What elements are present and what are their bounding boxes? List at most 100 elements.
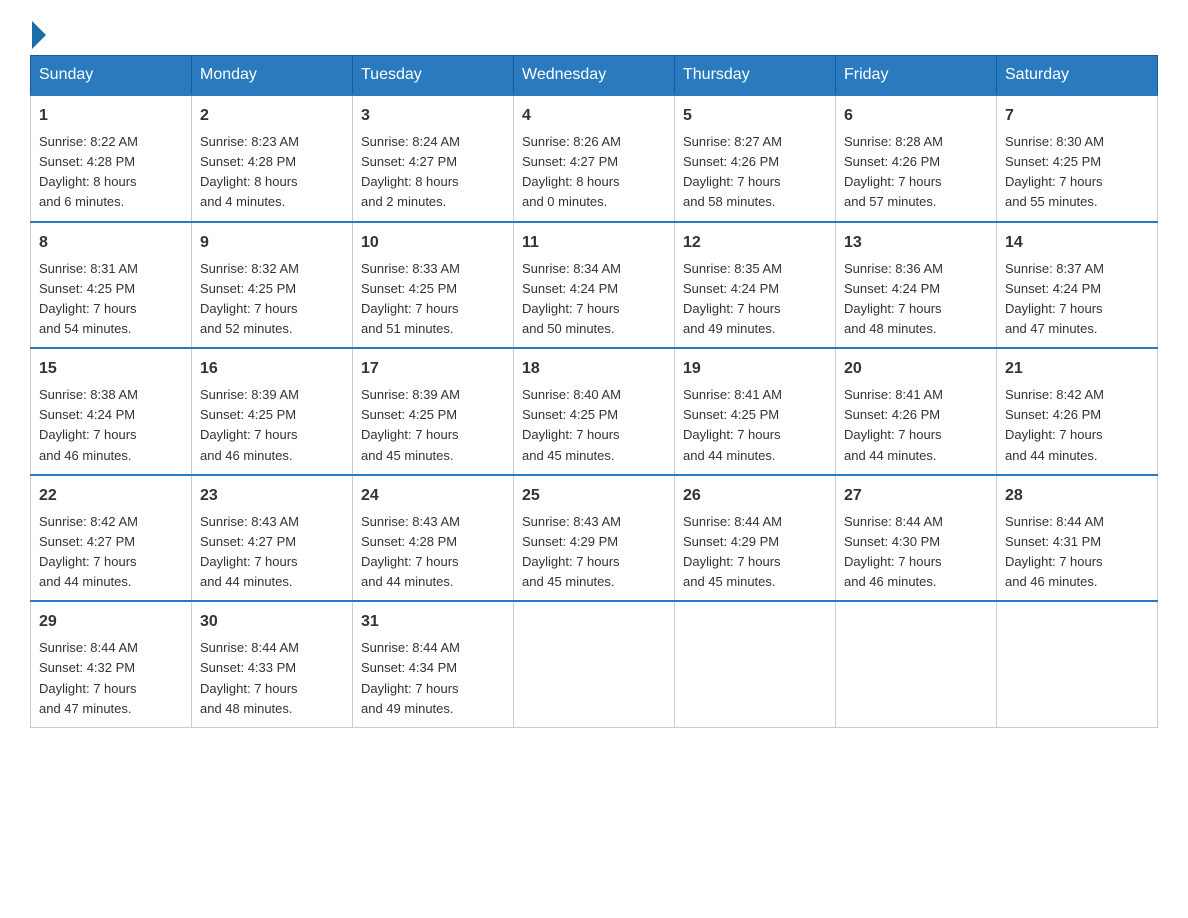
day-of-week-header: Monday — [192, 56, 353, 96]
calendar-day-cell: 2 Sunrise: 8:23 AM Sunset: 4:28 PM Daylig… — [192, 95, 353, 222]
day-info: Sunrise: 8:43 AM Sunset: 4:29 PM Dayligh… — [522, 512, 666, 593]
day-info: Sunrise: 8:44 AM Sunset: 4:31 PM Dayligh… — [1005, 512, 1149, 593]
calendar-day-cell: 8Sunrise: 8:31 AM Sunset: 4:25 PM Daylig… — [31, 222, 192, 349]
calendar-day-cell: 29 Sunrise: 8:44 AM Sunset: 4:32 PM Dayli… — [31, 601, 192, 727]
day-info: Sunrise: 8:43 AM Sunset: 4:27 PM Dayligh… — [200, 512, 344, 593]
day-info: Sunrise: 8:37 AM Sunset: 4:24 PM Dayligh… — [1005, 259, 1149, 340]
day-number: 19 — [683, 357, 827, 381]
calendar-day-cell — [514, 601, 675, 727]
day-number: 11 — [522, 231, 666, 255]
day-of-week-header: Friday — [836, 56, 997, 96]
day-number: 12 — [683, 231, 827, 255]
day-info: Sunrise: 8:22 AM Sunset: 4:28 PM Dayligh… — [39, 132, 183, 213]
day-number: 21 — [1005, 357, 1149, 381]
page-header — [30, 20, 1158, 45]
calendar-day-cell: 1 Sunrise: 8:22 AM Sunset: 4:28 PM Daylig… — [31, 95, 192, 222]
day-info: Sunrise: 8:35 AM Sunset: 4:24 PM Dayligh… — [683, 259, 827, 340]
day-info: Sunrise: 8:26 AM Sunset: 4:27 PM Dayligh… — [522, 132, 666, 213]
calendar-day-cell: 31 Sunrise: 8:44 AM Sunset: 4:34 PM Dayli… — [353, 601, 514, 727]
logo-arrow-icon — [32, 21, 46, 49]
calendar-day-cell: 16 Sunrise: 8:39 AM Sunset: 4:25 PM Dayli… — [192, 348, 353, 475]
day-number: 14 — [1005, 231, 1149, 255]
day-info: Sunrise: 8:40 AM Sunset: 4:25 PM Dayligh… — [522, 385, 666, 466]
day-of-week-header: Tuesday — [353, 56, 514, 96]
calendar-day-cell: 13 Sunrise: 8:36 AM Sunset: 4:24 PM Dayli… — [836, 222, 997, 349]
day-info: Sunrise: 8:23 AM Sunset: 4:28 PM Dayligh… — [200, 132, 344, 213]
logo — [30, 25, 46, 45]
calendar-table: SundayMondayTuesdayWednesdayThursdayFrid… — [30, 55, 1158, 728]
day-number: 5 — [683, 104, 827, 128]
day-of-week-header: Saturday — [997, 56, 1158, 96]
day-number: 23 — [200, 484, 344, 508]
day-number: 15 — [39, 357, 183, 381]
day-number: 16 — [200, 357, 344, 381]
calendar-day-cell: 12 Sunrise: 8:35 AM Sunset: 4:24 PM Dayli… — [675, 222, 836, 349]
day-info: Sunrise: 8:44 AM Sunset: 4:30 PM Dayligh… — [844, 512, 988, 593]
day-number: 9 — [200, 231, 344, 255]
calendar-day-cell — [675, 601, 836, 727]
day-info: Sunrise: 8:30 AM Sunset: 4:25 PM Dayligh… — [1005, 132, 1149, 213]
day-number: 20 — [844, 357, 988, 381]
day-info: Sunrise: 8:44 AM Sunset: 4:32 PM Dayligh… — [39, 638, 183, 719]
calendar-day-cell: 27 Sunrise: 8:44 AM Sunset: 4:30 PM Dayli… — [836, 475, 997, 602]
day-number: 27 — [844, 484, 988, 508]
day-number: 22 — [39, 484, 183, 508]
day-info: Sunrise: 8:27 AM Sunset: 4:26 PM Dayligh… — [683, 132, 827, 213]
calendar-day-cell: 5 Sunrise: 8:27 AM Sunset: 4:26 PM Daylig… — [675, 95, 836, 222]
day-info: Sunrise: 8:41 AM Sunset: 4:26 PM Dayligh… — [844, 385, 988, 466]
day-number: 18 — [522, 357, 666, 381]
day-info: Sunrise: 8:44 AM Sunset: 4:34 PM Dayligh… — [361, 638, 505, 719]
calendar-day-cell: 10 Sunrise: 8:33 AM Sunset: 4:25 PM Dayli… — [353, 222, 514, 349]
calendar-day-cell: 4Sunrise: 8:26 AM Sunset: 4:27 PM Daylig… — [514, 95, 675, 222]
day-number: 17 — [361, 357, 505, 381]
day-info: Sunrise: 8:44 AM Sunset: 4:33 PM Dayligh… — [200, 638, 344, 719]
calendar-day-cell: 28 Sunrise: 8:44 AM Sunset: 4:31 PM Dayli… — [997, 475, 1158, 602]
day-info: Sunrise: 8:34 AM Sunset: 4:24 PM Dayligh… — [522, 259, 666, 340]
day-info: Sunrise: 8:31 AM Sunset: 4:25 PM Dayligh… — [39, 259, 183, 340]
calendar-day-cell: 24 Sunrise: 8:43 AM Sunset: 4:28 PM Dayli… — [353, 475, 514, 602]
day-info: Sunrise: 8:41 AM Sunset: 4:25 PM Dayligh… — [683, 385, 827, 466]
calendar-day-cell: 18 Sunrise: 8:40 AM Sunset: 4:25 PM Dayli… — [514, 348, 675, 475]
day-info: Sunrise: 8:43 AM Sunset: 4:28 PM Dayligh… — [361, 512, 505, 593]
calendar-day-cell: 19 Sunrise: 8:41 AM Sunset: 4:25 PM Dayli… — [675, 348, 836, 475]
day-number: 29 — [39, 610, 183, 634]
calendar-week-row: 1 Sunrise: 8:22 AM Sunset: 4:28 PM Daylig… — [31, 95, 1158, 222]
day-number: 10 — [361, 231, 505, 255]
calendar-header-row: SundayMondayTuesdayWednesdayThursdayFrid… — [31, 56, 1158, 96]
day-number: 7 — [1005, 104, 1149, 128]
day-of-week-header: Thursday — [675, 56, 836, 96]
day-number: 28 — [1005, 484, 1149, 508]
calendar-day-cell: 17Sunrise: 8:39 AM Sunset: 4:25 PM Dayli… — [353, 348, 514, 475]
day-info: Sunrise: 8:28 AM Sunset: 4:26 PM Dayligh… — [844, 132, 988, 213]
day-info: Sunrise: 8:44 AM Sunset: 4:29 PM Dayligh… — [683, 512, 827, 593]
day-of-week-header: Wednesday — [514, 56, 675, 96]
day-number: 6 — [844, 104, 988, 128]
day-of-week-header: Sunday — [31, 56, 192, 96]
day-info: Sunrise: 8:42 AM Sunset: 4:26 PM Dayligh… — [1005, 385, 1149, 466]
day-number: 3 — [361, 104, 505, 128]
calendar-week-row: 29 Sunrise: 8:44 AM Sunset: 4:32 PM Dayli… — [31, 601, 1158, 727]
day-info: Sunrise: 8:33 AM Sunset: 4:25 PM Dayligh… — [361, 259, 505, 340]
calendar-day-cell: 3 Sunrise: 8:24 AM Sunset: 4:27 PM Daylig… — [353, 95, 514, 222]
calendar-week-row: 8Sunrise: 8:31 AM Sunset: 4:25 PM Daylig… — [31, 222, 1158, 349]
day-info: Sunrise: 8:36 AM Sunset: 4:24 PM Dayligh… — [844, 259, 988, 340]
calendar-week-row: 22Sunrise: 8:42 AM Sunset: 4:27 PM Dayli… — [31, 475, 1158, 602]
day-number: 2 — [200, 104, 344, 128]
calendar-day-cell: 11 Sunrise: 8:34 AM Sunset: 4:24 PM Dayli… — [514, 222, 675, 349]
calendar-day-cell: 30 Sunrise: 8:44 AM Sunset: 4:33 PM Dayli… — [192, 601, 353, 727]
day-info: Sunrise: 8:24 AM Sunset: 4:27 PM Dayligh… — [361, 132, 505, 213]
day-number: 13 — [844, 231, 988, 255]
calendar-day-cell — [997, 601, 1158, 727]
day-number: 25 — [522, 484, 666, 508]
day-number: 31 — [361, 610, 505, 634]
calendar-day-cell: 26Sunrise: 8:44 AM Sunset: 4:29 PM Dayli… — [675, 475, 836, 602]
day-number: 24 — [361, 484, 505, 508]
day-info: Sunrise: 8:32 AM Sunset: 4:25 PM Dayligh… — [200, 259, 344, 340]
day-number: 30 — [200, 610, 344, 634]
calendar-day-cell: 14 Sunrise: 8:37 AM Sunset: 4:24 PM Dayli… — [997, 222, 1158, 349]
day-info: Sunrise: 8:38 AM Sunset: 4:24 PM Dayligh… — [39, 385, 183, 466]
day-number: 1 — [39, 104, 183, 128]
calendar-day-cell: 25 Sunrise: 8:43 AM Sunset: 4:29 PM Dayli… — [514, 475, 675, 602]
day-info: Sunrise: 8:39 AM Sunset: 4:25 PM Dayligh… — [200, 385, 344, 466]
calendar-week-row: 15 Sunrise: 8:38 AM Sunset: 4:24 PM Dayli… — [31, 348, 1158, 475]
